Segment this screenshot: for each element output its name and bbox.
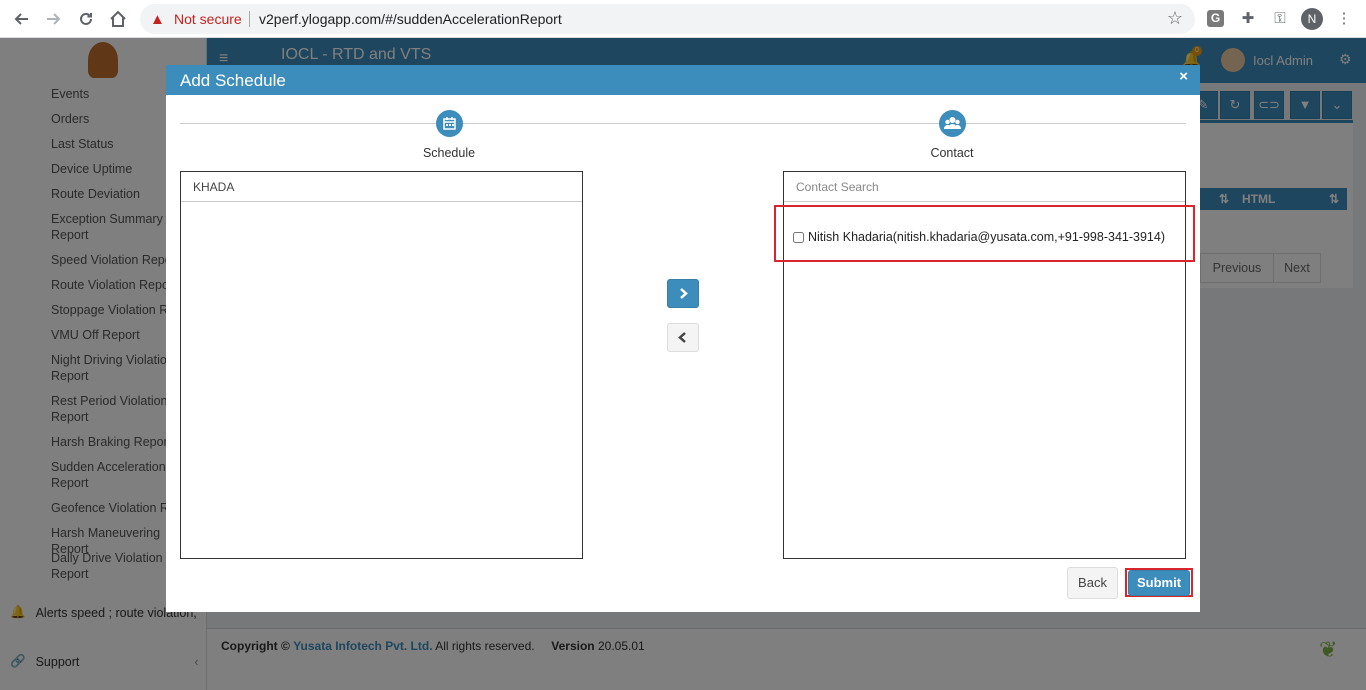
schedule-list-header: KHADA <box>181 172 582 202</box>
contact-search-input[interactable] <box>796 180 1173 194</box>
bookmark-star-icon[interactable]: ☆ <box>1167 8 1183 29</box>
key-icon[interactable]: ⚿ <box>1270 9 1290 29</box>
calendar-icon[interactable] <box>436 110 463 137</box>
wizard-progress-line <box>180 123 1186 124</box>
step-schedule-label: Schedule <box>422 146 476 160</box>
reload-icon[interactable] <box>76 9 96 29</box>
modal-title: Add Schedule <box>180 71 286 90</box>
warning-icon: ▲ <box>150 11 165 28</box>
move-right-button[interactable] <box>667 279 699 308</box>
browser-toolbar: ▲ Not secure v2perf.ylogapp.com/#/sudden… <box>0 0 1366 38</box>
forward-arrow-icon[interactable] <box>44 9 64 29</box>
move-left-button[interactable] <box>667 323 699 352</box>
add-schedule-modal: Add Schedule × Schedule Contact KHADA Co… <box>166 65 1200 612</box>
menu-kebab-icon[interactable]: ⋮ <box>1334 9 1354 29</box>
step-contact-label: Contact <box>930 146 974 160</box>
submit-button[interactable]: Submit <box>1128 570 1190 596</box>
contact-highlight-box <box>774 205 1195 262</box>
address-bar[interactable]: ▲ Not secure v2perf.ylogapp.com/#/sudden… <box>140 4 1195 34</box>
close-icon[interactable]: × <box>1179 68 1188 85</box>
back-button[interactable]: Back <box>1067 567 1118 599</box>
address-separator <box>249 11 250 27</box>
schedule-list[interactable]: KHADA <box>180 171 583 559</box>
modal-header: Add Schedule × <box>166 65 1200 95</box>
contact-search-wrap <box>784 172 1185 202</box>
url-text[interactable]: v2perf.ylogapp.com/#/suddenAccelerationR… <box>259 11 562 27</box>
security-status[interactable]: Not secure <box>174 11 242 27</box>
profile-avatar[interactable]: N <box>1301 8 1323 30</box>
chevron-right-icon <box>680 288 688 299</box>
chevron-left-icon <box>678 332 686 343</box>
users-icon[interactable] <box>939 110 966 137</box>
home-icon[interactable] <box>108 9 128 29</box>
back-arrow-icon[interactable] <box>11 9 31 29</box>
extensions-puzzle-icon[interactable]: ✚ <box>1238 9 1258 29</box>
extension-g-icon[interactable]: G <box>1207 10 1224 27</box>
